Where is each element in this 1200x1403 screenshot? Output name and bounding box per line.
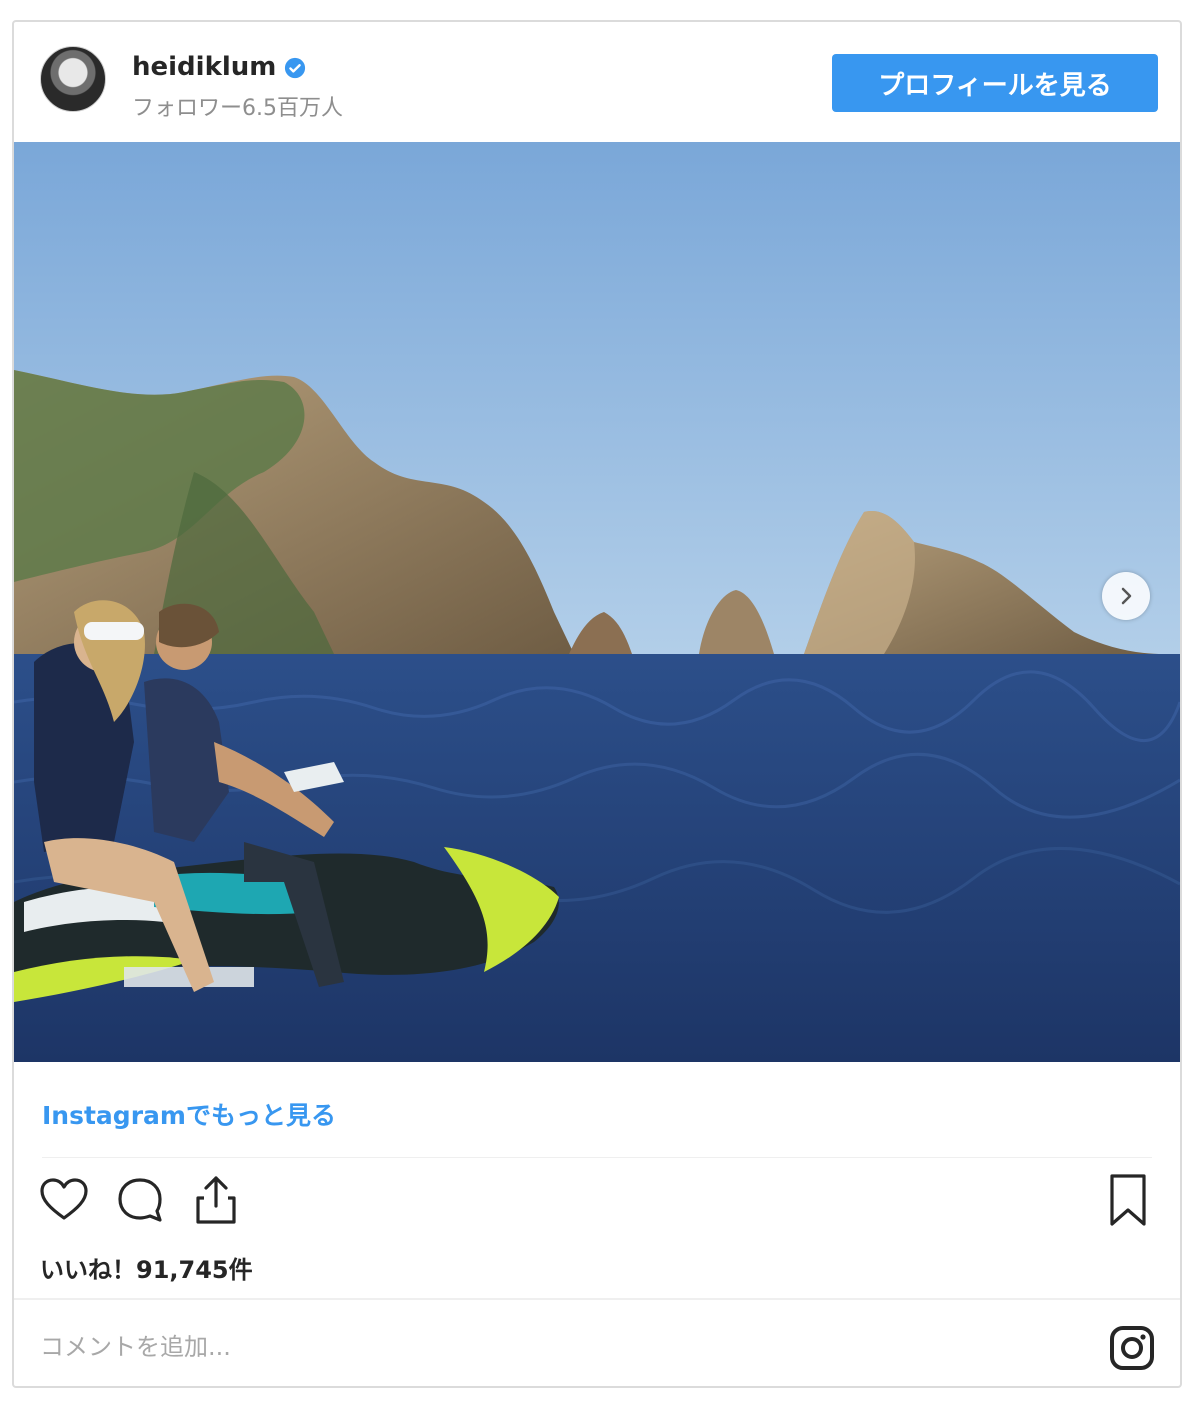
share-upload-icon[interactable] [188,1172,244,1228]
post-photo[interactable] [14,142,1180,1062]
photo-scene [14,142,1180,1062]
more-on-instagram-link[interactable]: Instagramでもっと見る [42,1096,336,1132]
instagram-embed-card: heidiklum フォロワー6.5百万人 プロフィールを見る Instagra… [12,20,1182,1388]
divider [42,1157,1152,1158]
username[interactable]: heidiklum [132,52,276,82]
post-header: heidiklum フォロワー6.5百万人 プロフィールを見る [14,22,1180,142]
avatar[interactable] [40,46,106,112]
verified-badge-icon [284,57,306,79]
chevron-right-icon [1121,587,1132,605]
post-actions [14,1172,1180,1242]
heart-icon[interactable] [36,1172,92,1228]
follower-count: フォロワー6.5百万人 [132,96,343,121]
bookmark-icon[interactable] [1100,1172,1156,1228]
next-photo-button[interactable] [1102,572,1150,620]
comment-bar [14,1298,1180,1386]
view-profile-button[interactable]: プロフィールを見る [832,54,1158,112]
comment-bubble-icon[interactable] [112,1172,168,1228]
like-count[interactable]: いいね！91,745件 [40,1250,253,1285]
comment-input[interactable] [40,1330,940,1364]
instagram-logo-icon[interactable] [1108,1324,1156,1372]
